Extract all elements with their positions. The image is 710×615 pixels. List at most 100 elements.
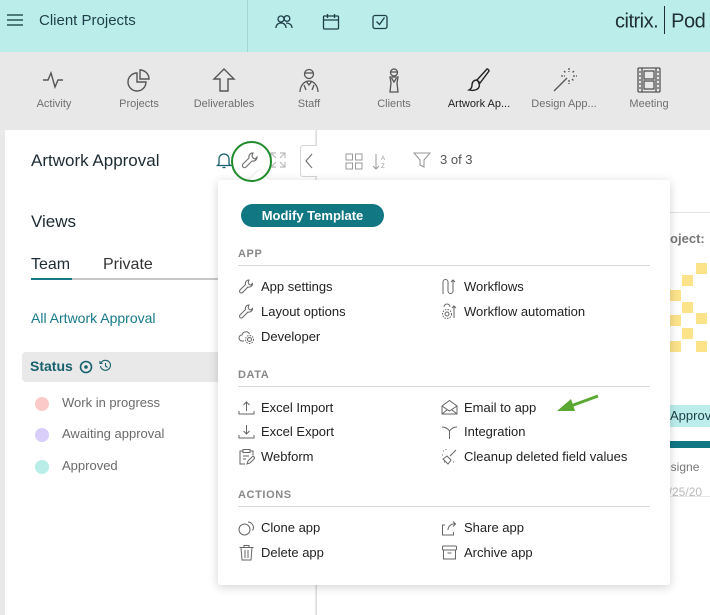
app-deliverables[interactable]: Deliverables (179, 66, 269, 110)
archive-icon (442, 545, 457, 560)
menu-section-app: APP (238, 248, 650, 266)
wrench-icon (239, 304, 253, 319)
activity-icon (43, 70, 63, 90)
product-name: Pod (671, 10, 706, 33)
status-label: Approved (62, 458, 118, 473)
broom-icon (442, 449, 457, 465)
menu-section-data: DATA (238, 369, 650, 387)
bell-icon[interactable] (216, 151, 232, 169)
import-icon (238, 401, 255, 415)
trash-icon (239, 545, 254, 561)
hamburger-menu-icon[interactable] (7, 14, 23, 28)
app-label: Design App... (531, 98, 597, 110)
tab-private[interactable]: Private (103, 256, 153, 274)
client-icon (389, 68, 399, 93)
section-heading: APP (238, 248, 650, 266)
app-projects[interactable]: Projects (94, 66, 184, 110)
brand-name: citrix. (615, 10, 659, 33)
brand-logo: citrix. Pod (615, 6, 706, 36)
wrench-icon (239, 279, 253, 294)
clone-icon (238, 521, 254, 536)
menu-item-label: Delete app (261, 545, 324, 560)
app-strip: Activity Projects Deliverables Staff Cli… (0, 52, 710, 130)
menu-item-label: Share app (464, 520, 524, 535)
modify-template-button[interactable]: Modify Template (241, 204, 384, 227)
target-icon[interactable] (79, 360, 93, 374)
clipboard-edit-icon (239, 449, 255, 465)
app-meeting[interactable]: Meeting (604, 66, 694, 110)
app-design-approval[interactable]: Design App... (519, 66, 609, 110)
status-label: Awaiting approval (62, 426, 165, 441)
menu-item-label: App settings (261, 279, 333, 294)
workspace-title[interactable]: Client Projects (39, 12, 136, 29)
top-bar: Client Projects citrix. Pod (0, 0, 710, 52)
menu-item-label: Archive app (464, 545, 533, 560)
menu-item-label: Layout options (261, 304, 346, 319)
status-label: Work in progress (62, 395, 161, 410)
header-divider (247, 0, 248, 52)
history-icon[interactable] (99, 359, 112, 372)
expand-icon[interactable] (270, 152, 286, 168)
paintbrush-icon (466, 68, 490, 92)
export-icon (238, 425, 255, 439)
menu-item-label: Workflow automation (464, 304, 586, 319)
grid-view-icon[interactable] (345, 153, 363, 170)
filter-icon[interactable] (413, 152, 431, 169)
menu-item-label: Excel Export (261, 424, 334, 439)
app-staff[interactable]: Staff (264, 66, 354, 110)
app-label: Artwork Ap... (447, 98, 511, 110)
status-filter-header[interactable]: Status (22, 352, 222, 382)
tab-team[interactable]: Team (31, 256, 70, 274)
views-heading: Views (31, 212, 77, 231)
app-label: Meeting (629, 98, 669, 110)
checkbox-icon[interactable] (370, 12, 390, 32)
collapse-sidebar-button[interactable] (300, 145, 317, 177)
menu-item-label: Developer (261, 329, 321, 344)
app-label: Activity (36, 98, 72, 110)
cloud-gear-icon (238, 331, 254, 344)
magic-wand-icon (553, 68, 577, 92)
open-envelope-icon (441, 399, 458, 415)
gear-workflow-icon (442, 303, 457, 319)
menu-item-label: Workflows (464, 279, 524, 294)
section-heading: ACTIONS (238, 489, 650, 507)
calendar-icon[interactable] (321, 12, 341, 32)
pie-chart-icon (127, 69, 150, 92)
menu-item-label: Excel Import (261, 400, 334, 415)
app-artwork-approval[interactable]: Artwork Ap... (434, 66, 524, 110)
card-project-label: roject: (665, 231, 705, 246)
highlight-circle-annotation (231, 141, 272, 182)
app-label: Clients (377, 98, 411, 110)
app-label: Deliverables (193, 98, 255, 110)
menu-item-label: Integration (464, 424, 526, 439)
menu-item-label: Webform (261, 449, 314, 464)
menu-item-label: Clone app (261, 520, 321, 535)
menu-item-label: Email to app (464, 400, 537, 415)
status-color-dot (35, 460, 49, 474)
sort-az-icon[interactable]: AZ (372, 152, 388, 171)
svg-text:Z: Z (381, 164, 385, 170)
record-count: 3 of 3 (440, 152, 473, 167)
arrow-annotation-icon (557, 394, 599, 411)
status-color-dot (35, 428, 49, 442)
integration-icon (441, 426, 458, 439)
staff-icon (299, 68, 319, 93)
film-icon (637, 67, 661, 93)
section-heading: DATA (238, 369, 650, 387)
app-tools-menu: Modify Template APP App settings Layout … (218, 170, 670, 585)
app-title: Artwork Approval (31, 151, 160, 170)
status-color-dot (35, 397, 49, 411)
people-icon[interactable] (274, 12, 294, 32)
view-link-all[interactable]: All Artwork Approval (31, 310, 156, 326)
workflow-icon (442, 279, 456, 294)
active-tab-indicator (31, 278, 72, 280)
app-label: Projects (119, 98, 159, 110)
app-clients[interactable]: Clients (349, 66, 439, 110)
view-tabs: Team Private (31, 256, 221, 280)
chevron-left-icon (305, 153, 313, 169)
app-activity[interactable]: Activity (9, 66, 99, 110)
menu-item-label: Cleanup deleted field values (464, 449, 628, 464)
menu-section-actions: ACTIONS (238, 489, 650, 507)
upload-arrow-icon (212, 68, 236, 92)
share-icon (442, 521, 457, 536)
